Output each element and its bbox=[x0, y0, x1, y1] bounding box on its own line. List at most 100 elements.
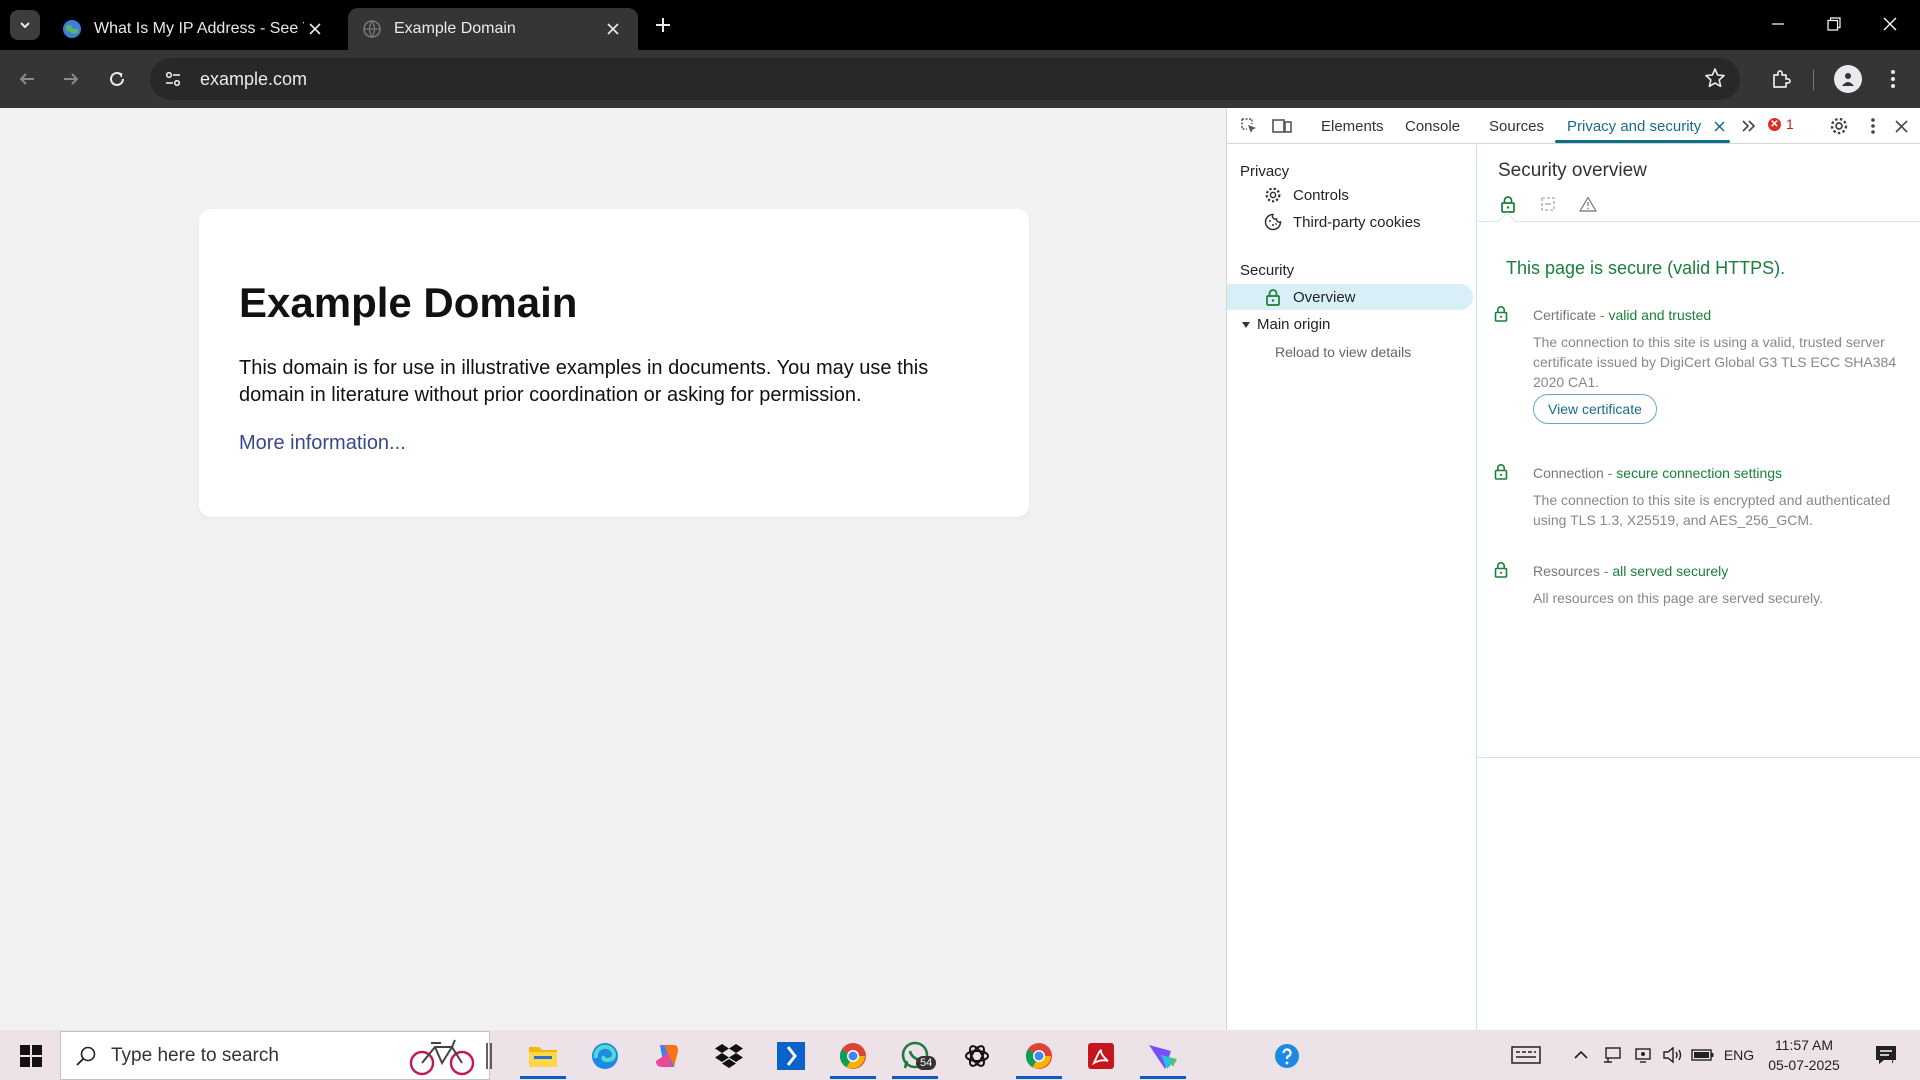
system-clock[interactable]: 11:57 AM 05-07-2025 bbox=[1758, 1035, 1850, 1075]
browser-menu-button[interactable] bbox=[1876, 62, 1910, 96]
plus-icon bbox=[656, 18, 670, 32]
tab-example-domain[interactable]: Example Domain bbox=[348, 8, 638, 50]
restore-button[interactable] bbox=[1806, 0, 1862, 48]
connection-label: Connection - bbox=[1533, 465, 1617, 481]
profile-icon bbox=[1842, 73, 1854, 86]
whatsapp-badge: 54 bbox=[916, 1056, 937, 1070]
puzzle-icon bbox=[1773, 70, 1791, 88]
meet-now-icon[interactable] bbox=[1632, 1042, 1654, 1068]
copilot-icon bbox=[656, 1045, 678, 1067]
chatgpt-app[interactable] bbox=[952, 1036, 1002, 1076]
start-button[interactable] bbox=[8, 1038, 54, 1074]
site-settings-icon[interactable] bbox=[158, 64, 188, 94]
reload-button[interactable] bbox=[100, 62, 134, 96]
clock-time: 11:57 AM bbox=[1774, 1037, 1834, 1053]
close-devtools-icon[interactable] bbox=[1889, 114, 1913, 138]
automate-icon bbox=[777, 1042, 805, 1070]
main-origin-group[interactable]: Main origin bbox=[1241, 316, 1330, 333]
new-tab-button[interactable] bbox=[648, 10, 678, 40]
sidebar-item-controls[interactable]: Controls bbox=[1227, 182, 1473, 208]
tab-search-button[interactable] bbox=[10, 10, 40, 40]
address-url: example.com bbox=[200, 68, 308, 89]
warning-triangle-icon bbox=[1577, 193, 1599, 215]
certificate-line: Certificate - valid and trusted bbox=[1533, 307, 1711, 323]
view-certificate-button[interactable]: View certificate bbox=[1533, 394, 1657, 424]
more-information-link[interactable]: More information... bbox=[239, 432, 406, 455]
connection-description: The connection to this site is encrypted… bbox=[1533, 492, 1891, 528]
sidebar-item-overview[interactable]: Overview bbox=[1227, 284, 1473, 310]
bookmark-star-icon[interactable] bbox=[1704, 67, 1726, 94]
copilot-app[interactable] bbox=[642, 1036, 692, 1076]
folder-icon bbox=[529, 1047, 557, 1067]
inspect-element-icon[interactable] bbox=[1237, 114, 1261, 138]
extensions-button[interactable] bbox=[1764, 62, 1798, 96]
device-toolbar-icon[interactable] bbox=[1270, 114, 1294, 138]
sidebar-item-label: Overview bbox=[1293, 288, 1356, 306]
forward-button[interactable] bbox=[54, 62, 88, 96]
notification-count: 7 bbox=[1890, 1054, 1897, 1066]
chevron-down-icon bbox=[20, 22, 30, 29]
resources-label: Resources - bbox=[1533, 563, 1613, 579]
main-origin-label: Main origin bbox=[1257, 316, 1331, 333]
security-state-icons bbox=[1478, 185, 1920, 222]
show-hidden-icons[interactable] bbox=[1570, 1042, 1592, 1068]
search-placeholder: Type here to search bbox=[111, 1044, 279, 1066]
acrobat-app[interactable] bbox=[1076, 1036, 1126, 1076]
running-indicator bbox=[892, 1076, 938, 1079]
task-view-icon[interactable] bbox=[478, 1036, 500, 1076]
edge-app[interactable] bbox=[580, 1036, 630, 1076]
volume-icon[interactable] bbox=[1660, 1042, 1686, 1068]
power-automate-app[interactable] bbox=[766, 1036, 816, 1076]
language-indicator[interactable]: ENG bbox=[1722, 1042, 1756, 1068]
lock-icon bbox=[1494, 463, 1508, 485]
dropbox-app[interactable] bbox=[704, 1036, 754, 1076]
network-icon[interactable] bbox=[1600, 1042, 1624, 1068]
back-button[interactable] bbox=[10, 62, 44, 96]
sidebar-item-third-party-cookies[interactable]: Third-party cookies bbox=[1227, 209, 1473, 235]
taskbar-search-box[interactable]: Type here to search bbox=[60, 1031, 490, 1080]
devtools-tab-elements[interactable]: Elements bbox=[1321, 108, 1384, 144]
reload-hint: Reload to view details bbox=[1275, 344, 1412, 360]
profile-avatar[interactable] bbox=[1834, 65, 1862, 93]
address-bar[interactable]: example.com bbox=[150, 58, 1740, 100]
devtools-panel: Elements Console Sources Privacy and sec… bbox=[1226, 108, 1920, 1030]
input-indicator-icon[interactable] bbox=[1510, 1042, 1542, 1068]
search-icon bbox=[76, 1046, 96, 1066]
app-launcher[interactable] bbox=[1138, 1036, 1188, 1079]
close-tab-icon[interactable] bbox=[1707, 114, 1731, 138]
chevron-up-icon bbox=[1574, 1050, 1588, 1059]
globe-favicon-icon bbox=[362, 19, 382, 39]
back-arrow-icon bbox=[19, 73, 34, 85]
tab-title: Example Domain bbox=[394, 20, 516, 37]
minimize-button[interactable] bbox=[1750, 0, 1806, 48]
error-count-badge[interactable]: ✕ 1 bbox=[1768, 116, 1794, 132]
devtools-tab-console[interactable]: Console bbox=[1405, 108, 1460, 144]
notification-center[interactable]: 7 bbox=[1866, 1042, 1906, 1068]
battery-icon[interactable] bbox=[1690, 1042, 1716, 1068]
devtools-tab-sources[interactable]: Sources bbox=[1489, 108, 1544, 144]
gear-icon bbox=[1263, 185, 1283, 205]
tab-close-icon[interactable] bbox=[602, 18, 624, 40]
devtools-tab-privacy-security[interactable]: Privacy and security bbox=[1567, 108, 1701, 144]
tab-close-icon[interactable] bbox=[304, 18, 326, 40]
cookie-icon bbox=[1263, 212, 1283, 232]
lock-icon bbox=[1494, 305, 1508, 327]
chrome-app[interactable] bbox=[828, 1036, 878, 1079]
close-window-button[interactable] bbox=[1862, 0, 1918, 48]
windows-logo-icon bbox=[20, 1045, 42, 1067]
info-dashed-icon bbox=[1537, 193, 1559, 215]
file-explorer-app[interactable] bbox=[518, 1036, 568, 1079]
restore-icon bbox=[1827, 17, 1841, 31]
settings-gear-icon[interactable] bbox=[1827, 114, 1851, 138]
devtools-menu-icon[interactable] bbox=[1861, 114, 1885, 138]
connection-line: Connection - secure connection settings bbox=[1533, 465, 1782, 481]
help-app[interactable] bbox=[1262, 1036, 1312, 1076]
resources-line: Resources - all served securely bbox=[1533, 563, 1728, 579]
resources-status: all served securely bbox=[1612, 563, 1729, 579]
security-overview-title: Security overview bbox=[1498, 160, 1647, 181]
whatsapp-app[interactable]: 54 bbox=[890, 1036, 940, 1079]
tab-whatismyip[interactable]: What Is My IP Address - See Yo bbox=[48, 8, 340, 50]
content-card: Example Domain This domain is for use in… bbox=[199, 209, 1029, 517]
more-tabs-chevron-icon[interactable] bbox=[1737, 114, 1761, 138]
chrome-profile-app[interactable] bbox=[1014, 1036, 1064, 1079]
